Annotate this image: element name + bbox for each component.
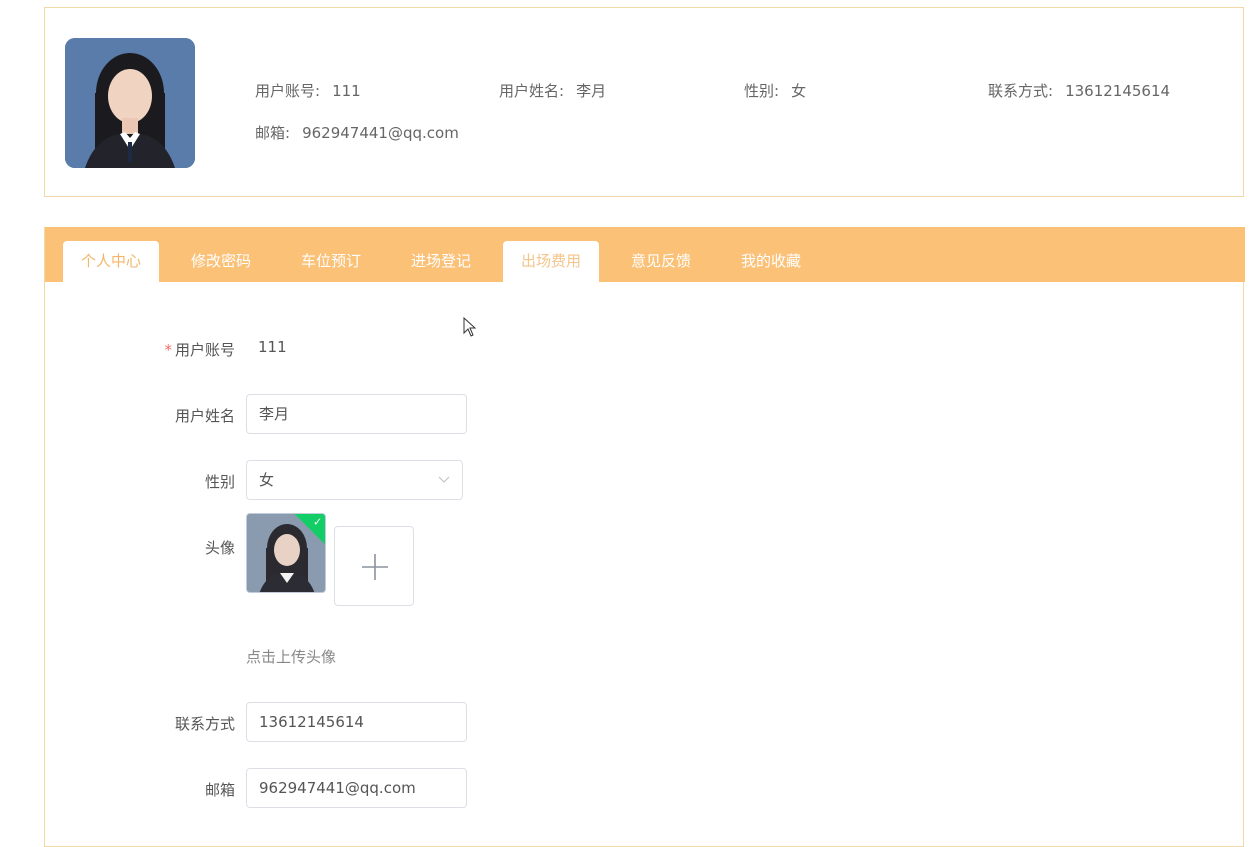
avatar-portrait-icon xyxy=(65,38,195,168)
tab-feedback[interactable]: 意见反馈 xyxy=(613,241,709,282)
profile-account: 用户账号: 111 xyxy=(255,80,361,101)
tab-my-favorites[interactable]: 我的收藏 xyxy=(723,241,819,282)
profile-name-label: 用户姓名: xyxy=(499,82,565,100)
uploaded-avatar-thumbnail[interactable]: ✓ xyxy=(246,513,326,593)
profile-gender-label: 性别: xyxy=(744,82,780,100)
gender-select-value: 女 xyxy=(259,471,275,489)
tab-personal-center[interactable]: 个人中心 xyxy=(63,241,159,282)
main-content-card: 个人中心 修改密码 车位预订 进场登记 出场费用 意见反馈 我的收藏 * 用户账号… xyxy=(44,227,1245,847)
plus-icon xyxy=(362,554,388,580)
profile-summary-card: 用户账号: 111 用户姓名: 李月 性别: 女 联系方式: 13612145614 邮… xyxy=(44,7,1244,197)
form-name-label: 用户姓名 xyxy=(174,407,235,425)
profile-phone: 联系方式: 13612145614 xyxy=(988,80,1170,101)
profile-gender-value: 女 xyxy=(791,82,807,100)
profile-name-value: 李月 xyxy=(576,82,607,100)
upload-avatar-tip: 点击上传头像 xyxy=(246,648,337,666)
profile-email: 邮箱: 962947441@qq.com xyxy=(255,122,459,143)
profile-name: 用户姓名: 李月 xyxy=(499,80,606,101)
tab-parking-reservation[interactable]: 车位预订 xyxy=(283,241,379,282)
profile-email-label: 邮箱: xyxy=(255,124,291,142)
profile-account-value: 111 xyxy=(332,82,361,100)
profile-email-value: 962947441@qq.com xyxy=(302,124,459,142)
tab-exit-fee[interactable]: 出场费用 xyxy=(503,241,599,282)
name-input[interactable]: 李月 xyxy=(246,394,467,434)
profile-phone-value: 13612145614 xyxy=(1065,82,1171,100)
mouse-cursor-icon xyxy=(463,317,477,337)
required-mark: * xyxy=(164,341,172,359)
profile-gender: 性别: 女 xyxy=(744,80,806,101)
gender-select[interactable]: 女 xyxy=(246,460,463,500)
tab-bar: 个人中心 修改密码 车位预订 进场登记 出场费用 意见反馈 我的收藏 xyxy=(45,227,1245,282)
chevron-down-icon xyxy=(438,476,450,483)
form-account-label-text: 用户账号 xyxy=(174,341,235,359)
form-account-label: * 用户账号 xyxy=(135,339,235,360)
profile-phone-label: 联系方式: xyxy=(988,82,1054,100)
form-email-label: 邮箱 xyxy=(204,781,235,799)
check-icon: ✓ xyxy=(313,515,323,529)
form-gender-label: 性别 xyxy=(204,473,235,491)
profile-account-label: 用户账号: xyxy=(255,82,321,100)
upload-avatar-button[interactable] xyxy=(334,526,414,606)
email-input[interactable]: 962947441@qq.com xyxy=(246,768,467,808)
form-avatar-label: 头像 xyxy=(204,539,235,557)
phone-input[interactable]: 13612145614 xyxy=(246,702,467,742)
tab-change-password[interactable]: 修改密码 xyxy=(173,241,269,282)
tab-entry-registration[interactable]: 进场登记 xyxy=(393,241,489,282)
profile-avatar xyxy=(65,38,195,168)
form-phone-label: 联系方式 xyxy=(174,715,235,733)
form-account-value: 111 xyxy=(258,338,287,356)
